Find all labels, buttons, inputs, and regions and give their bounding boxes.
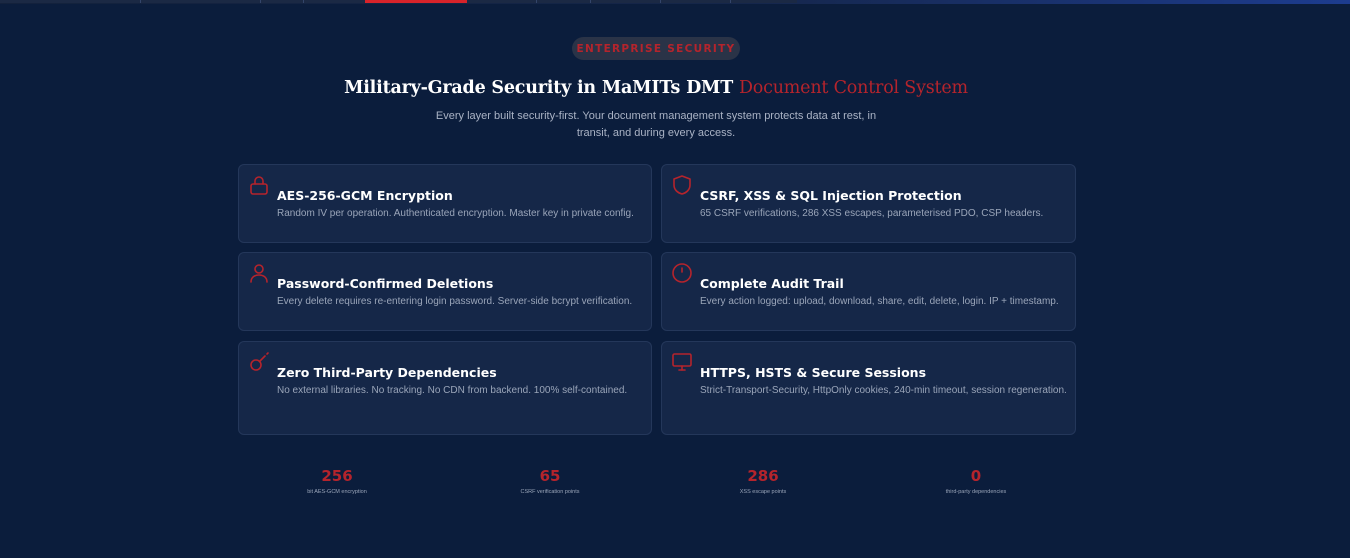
unlink-icon — [248, 351, 270, 373]
feature-card-zero-dependencies: Zero Third-Party Dependencies No externa… — [238, 341, 652, 435]
feature-title: Password-Confirmed Deletions — [277, 276, 494, 291]
stat-xss-points: 286 XSS escape points — [683, 466, 843, 496]
feature-card-secure-sessions: HTTPS, HSTS & Secure Sessions Strict-Tra… — [661, 341, 1076, 435]
feature-card-encryption: AES-256-GCM Encryption Random IV per ope… — [238, 164, 652, 243]
stat-value: 0 — [970, 467, 982, 485]
top-navigation-strip — [0, 0, 1350, 4]
feature-description: No external libraries. No tracking. No C… — [277, 385, 628, 396]
stat-label: third-party dependencies — [945, 489, 1007, 495]
feature-description: 65 CSRF verifications, 286 XSS escapes, … — [700, 208, 1044, 219]
monitor-icon — [671, 351, 693, 373]
stat-value: 286 — [747, 467, 779, 485]
stat-dependencies: 0 third-party dependencies — [896, 466, 1056, 496]
feature-card-injection-protection: CSRF, XSS & SQL Injection Protection 65 … — [661, 164, 1076, 243]
stat-csrf-points: 65 CSRF verification points — [470, 466, 630, 496]
stat-value: 256 — [321, 467, 353, 485]
feature-description: Strict-Transport-Security, HttpOnly cook… — [700, 385, 1067, 396]
clock-icon — [671, 262, 693, 284]
feature-title: AES-256-GCM Encryption — [277, 188, 453, 203]
section-title-accent: Document Control System — [738, 78, 968, 98]
feature-card-password-deletions: Password-Confirmed Deletions Every delet… — [238, 252, 652, 331]
stat-encryption-bits: 256 bit AES-GCM encryption — [257, 466, 417, 496]
section-title-main: Military-Grade Security in MaMITs DMT — [344, 78, 734, 98]
feature-title: CSRF, XSS & SQL Injection Protection — [700, 188, 962, 203]
stat-label: XSS escape points — [739, 489, 787, 495]
feature-description: Every action logged: upload, download, s… — [700, 296, 1059, 307]
section-subtitle: Every layer built security-first. Your d… — [435, 110, 877, 139]
user-icon — [248, 262, 270, 284]
active-tab-indicator — [365, 0, 467, 3]
shield-icon — [671, 174, 693, 196]
feature-title: Complete Audit Trail — [700, 276, 844, 291]
stat-value: 65 — [539, 467, 561, 485]
feature-card-audit-trail: Complete Audit Trail Every action logged… — [661, 252, 1076, 331]
stat-label: CSRF verification points — [520, 489, 580, 495]
lock-icon — [248, 174, 270, 196]
feature-title: Zero Third-Party Dependencies — [277, 365, 497, 380]
section-title: Military-Grade Security in MaMITs DMT Do… — [0, 78, 1312, 98]
feature-description: Every delete requires re-entering login … — [277, 296, 633, 307]
feature-description: Random IV per operation. Authenticated e… — [277, 208, 634, 219]
stat-label: bit AES-GCM encryption — [307, 489, 367, 495]
feature-title: HTTPS, HSTS & Secure Sessions — [700, 365, 927, 380]
section-badge: ENTERPRISE SECURITY — [572, 37, 740, 60]
